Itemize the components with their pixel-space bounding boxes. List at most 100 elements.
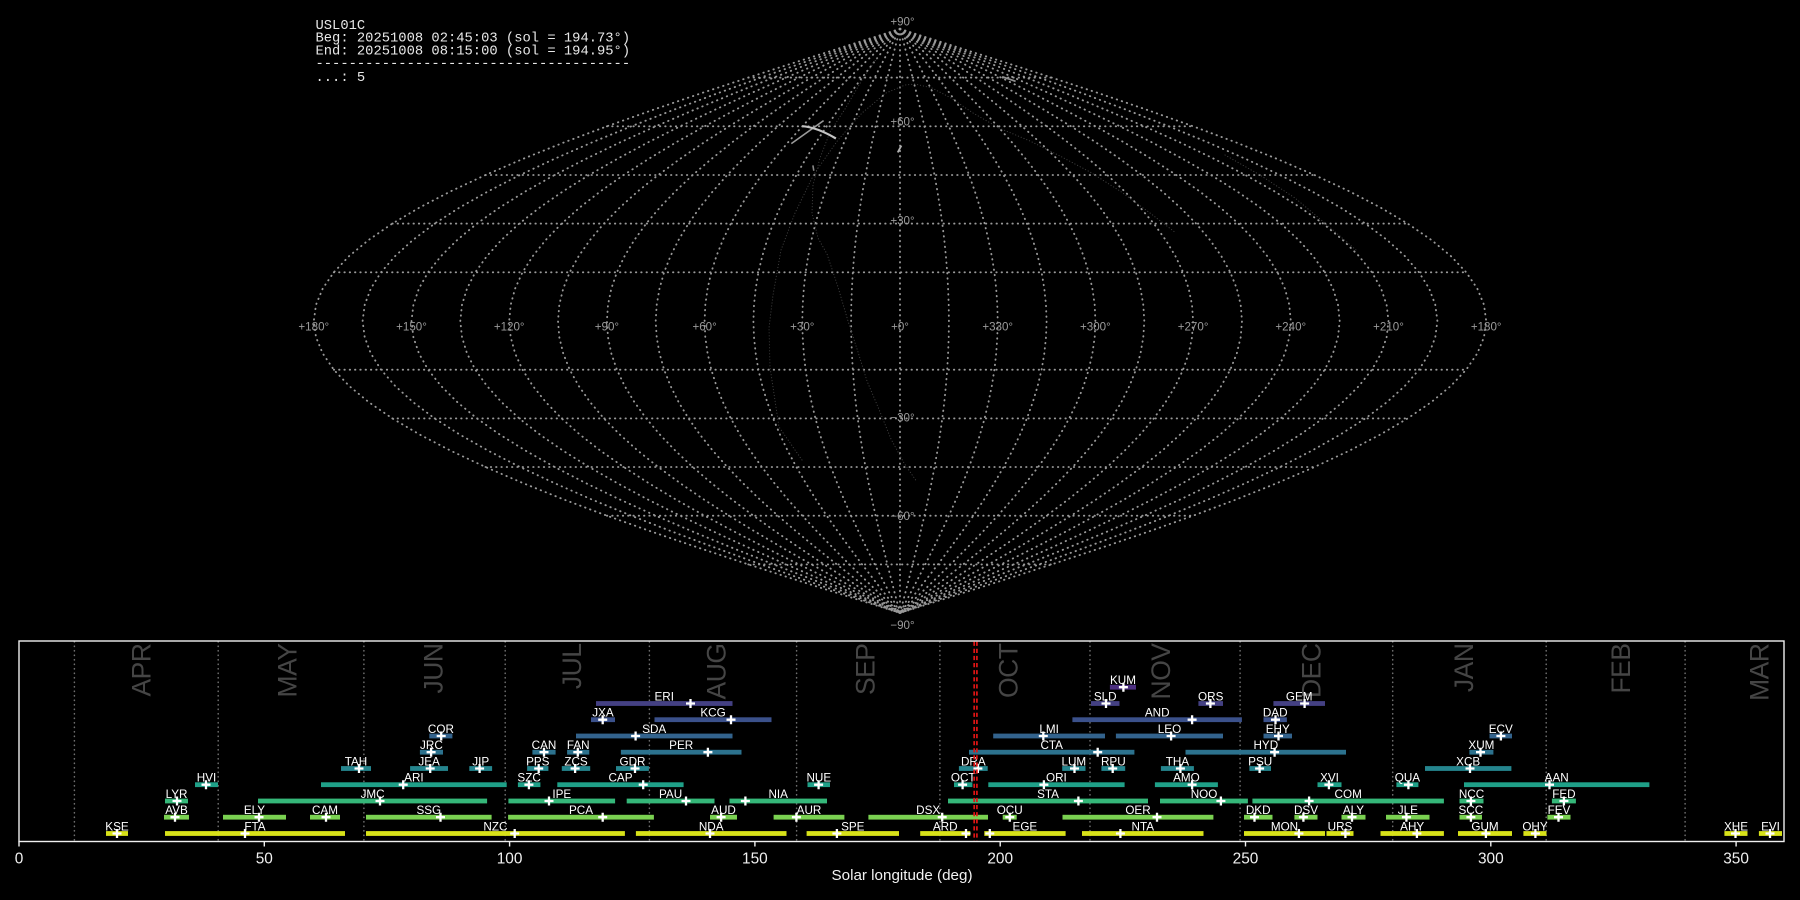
svg-text:AUR: AUR <box>797 804 822 817</box>
svg-text:+30°: +30° <box>890 214 914 227</box>
svg-text:ZCS: ZCS <box>564 755 588 768</box>
svg-text:+270°: +270° <box>1178 321 1209 334</box>
svg-text:APR: APR <box>127 644 157 697</box>
svg-text:THA: THA <box>1166 755 1190 768</box>
svg-text:URS: URS <box>1328 820 1353 833</box>
svg-text:MAY: MAY <box>272 643 302 698</box>
svg-text:PSU: PSU <box>1248 755 1272 768</box>
svg-text:200: 200 <box>987 851 1013 868</box>
svg-text:−60°: −60° <box>890 510 914 523</box>
svg-text:SDA: SDA <box>642 723 666 736</box>
svg-text:LEO: LEO <box>1158 723 1181 736</box>
svg-text:DSX: DSX <box>916 804 940 817</box>
svg-text:KSE: KSE <box>105 820 129 833</box>
svg-text:OCU: OCU <box>997 804 1023 817</box>
svg-text:+180°: +180° <box>1471 321 1502 334</box>
svg-text:PER: PER <box>669 739 693 752</box>
svg-text:AVB: AVB <box>165 804 188 817</box>
svg-text:LYR: LYR <box>166 788 188 801</box>
svg-text:HVI: HVI <box>197 772 216 785</box>
svg-text:GEM: GEM <box>1286 690 1313 703</box>
svg-text:+330°: +330° <box>982 321 1013 334</box>
svg-text:AND: AND <box>1145 707 1170 720</box>
svg-text:SPE: SPE <box>841 820 865 833</box>
svg-text:AHY: AHY <box>1400 820 1424 833</box>
svg-text:100: 100 <box>497 851 523 868</box>
svg-text:NIA: NIA <box>768 788 788 801</box>
svg-text:EHY: EHY <box>1266 723 1290 736</box>
svg-text:COM: COM <box>1335 788 1362 801</box>
svg-text:JLE: JLE <box>1398 804 1418 817</box>
svg-text:PPS: PPS <box>526 755 550 768</box>
svg-text:CAP: CAP <box>608 772 632 785</box>
svg-text:FTA: FTA <box>244 820 265 833</box>
svg-text:OCT: OCT <box>951 772 976 785</box>
svg-text:...: 5: ...: 5 <box>316 71 366 86</box>
svg-text:ELY: ELY <box>244 804 265 817</box>
svg-text:+90°: +90° <box>595 321 619 334</box>
svg-text:LUM: LUM <box>1061 755 1086 768</box>
svg-text:FED: FED <box>1552 788 1575 801</box>
svg-text:PAU: PAU <box>659 788 682 801</box>
svg-text:+180°: +180° <box>298 321 329 334</box>
svg-text:+60°: +60° <box>692 321 716 334</box>
svg-text:NTA: NTA <box>1132 820 1155 833</box>
svg-text:RPU: RPU <box>1101 755 1126 768</box>
svg-text:JMC: JMC <box>361 788 385 801</box>
svg-text:FEV: FEV <box>1548 804 1571 817</box>
svg-text:FEB: FEB <box>1606 644 1636 694</box>
svg-text:SZC: SZC <box>517 772 540 785</box>
svg-text:TAH: TAH <box>345 755 368 768</box>
svg-text:CTA: CTA <box>1040 739 1063 752</box>
svg-text:GUM: GUM <box>1471 820 1498 833</box>
svg-text:LMI: LMI <box>1039 723 1058 736</box>
svg-text:250: 250 <box>1233 851 1259 868</box>
svg-text:AMO: AMO <box>1173 772 1200 785</box>
svg-text:ARI: ARI <box>404 772 423 785</box>
svg-text:DKD: DKD <box>1246 804 1271 817</box>
svg-text:NUE: NUE <box>806 772 831 785</box>
svg-text:CAN: CAN <box>532 739 557 752</box>
svg-text:XVI: XVI <box>1320 772 1339 785</box>
svg-text:HYD: HYD <box>1253 739 1278 752</box>
svg-text:XCB: XCB <box>1456 755 1480 768</box>
svg-text:+120°: +120° <box>494 321 525 334</box>
svg-text:+150°: +150° <box>396 321 427 334</box>
svg-text:JAN: JAN <box>1449 644 1479 693</box>
svg-text:KUM: KUM <box>1110 674 1136 687</box>
svg-text:+90°: +90° <box>890 15 914 28</box>
svg-text:NOV: NOV <box>1146 643 1176 700</box>
svg-text:AUG: AUG <box>702 644 732 700</box>
svg-text:350: 350 <box>1723 851 1749 868</box>
svg-text:−30°: −30° <box>890 412 914 425</box>
svg-text:COR: COR <box>428 723 454 736</box>
svg-text:JXA: JXA <box>592 707 614 720</box>
svg-text:GDR: GDR <box>620 755 646 768</box>
svg-text:SLD: SLD <box>1094 690 1117 703</box>
svg-text:JIP: JIP <box>472 755 489 768</box>
svg-text:EVI: EVI <box>1761 820 1780 833</box>
svg-text:NOO: NOO <box>1191 788 1218 801</box>
svg-text:Solar longitude (deg): Solar longitude (deg) <box>832 867 973 884</box>
svg-text:SSG: SSG <box>416 804 441 817</box>
svg-text:MON: MON <box>1271 820 1298 833</box>
svg-text:50: 50 <box>256 851 273 868</box>
svg-text:ALY: ALY <box>1343 804 1364 817</box>
svg-text:AUD: AUD <box>711 804 736 817</box>
svg-text:EGE: EGE <box>1013 820 1038 833</box>
svg-text:KCG: KCG <box>700 707 725 720</box>
svg-text:QUA: QUA <box>1395 772 1421 785</box>
svg-text:+30°: +30° <box>790 321 814 334</box>
svg-text:STA: STA <box>1037 788 1059 801</box>
svg-text:XHE: XHE <box>1724 820 1748 833</box>
svg-text:150: 150 <box>742 851 768 868</box>
svg-text:0: 0 <box>15 851 24 868</box>
svg-text:PCA: PCA <box>569 804 593 817</box>
svg-text:OCT: OCT <box>994 643 1024 698</box>
svg-text:+60°: +60° <box>890 116 914 129</box>
svg-text:FAN: FAN <box>567 739 590 752</box>
svg-text:SEP: SEP <box>850 644 880 696</box>
svg-text:+300°: +300° <box>1080 321 1111 334</box>
svg-text:NZC: NZC <box>483 820 507 833</box>
svg-text:NCC: NCC <box>1459 788 1484 801</box>
